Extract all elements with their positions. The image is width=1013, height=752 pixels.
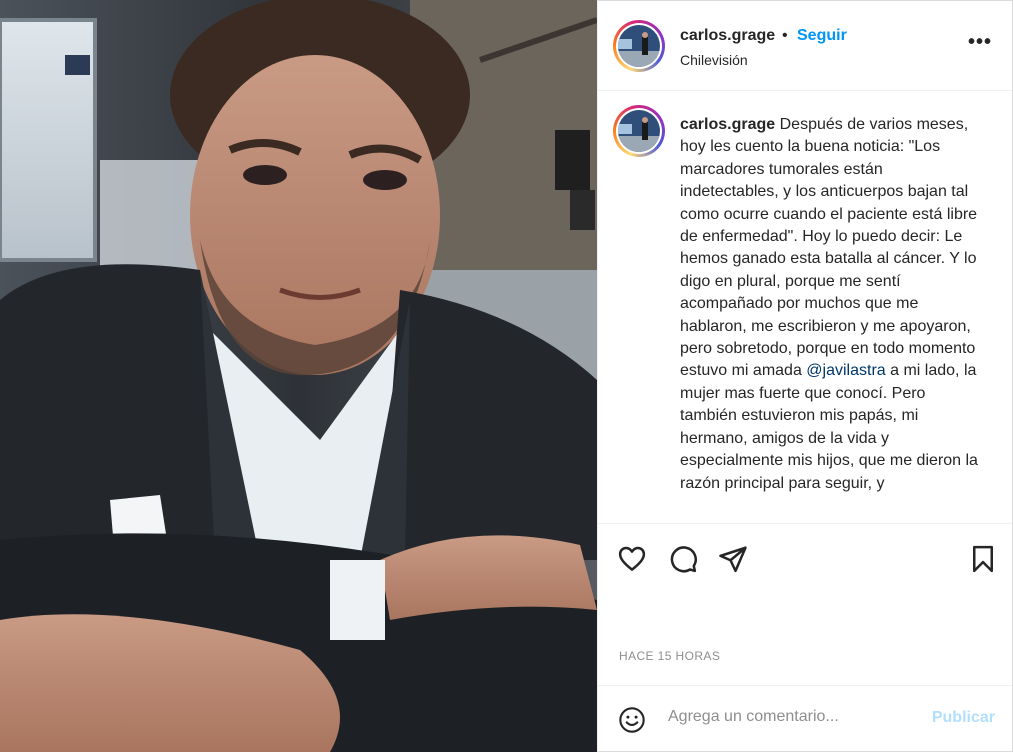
comment-bubble-icon[interactable] xyxy=(668,544,698,574)
post-timestamp[interactable]: HACE 15 HORAS xyxy=(619,649,720,663)
post-photo[interactable] xyxy=(0,0,597,752)
avatar-ring-inner xyxy=(616,108,662,154)
post-actions xyxy=(598,523,1012,595)
paper-plane-icon[interactable] xyxy=(718,544,748,574)
caption-username[interactable]: carlos.grage xyxy=(680,116,775,133)
avatar-picture xyxy=(618,25,660,67)
post-photo-illustration xyxy=(0,0,597,752)
caption-section: carlos.grage Después de varios meses, ho… xyxy=(598,92,1012,522)
heart-icon[interactable] xyxy=(617,544,647,574)
avatar-image xyxy=(618,25,660,67)
bookmark-icon[interactable] xyxy=(968,544,998,574)
add-comment-bar: Publicar xyxy=(598,685,1012,752)
caption-text: Después de varios meses, hoy les cuento … xyxy=(680,116,978,380)
more-options-icon[interactable]: ••• xyxy=(968,31,992,54)
smiley-icon[interactable] xyxy=(618,706,646,734)
author-avatar[interactable] xyxy=(613,20,665,72)
publish-button[interactable]: Publicar xyxy=(932,709,995,727)
caption-author-avatar[interactable] xyxy=(613,105,665,157)
follow-button[interactable]: Seguir xyxy=(797,27,847,45)
caption-text-continued: a mi lado, la mujer mas fuerte que conoc… xyxy=(680,362,978,492)
avatar-ring-inner xyxy=(616,23,662,69)
post-details-panel: carlos.grage • Seguir Chilevisión ••• ca… xyxy=(597,0,1013,752)
avatar-image xyxy=(618,110,660,152)
comment-input[interactable] xyxy=(668,708,908,726)
header-separator: • xyxy=(782,27,788,44)
post-caption: carlos.grage Después de varios meses, ho… xyxy=(680,114,980,495)
author-username[interactable]: carlos.grage xyxy=(680,27,775,45)
post-header: carlos.grage • Seguir Chilevisión ••• xyxy=(598,1,1012,91)
avatar-picture xyxy=(618,110,660,152)
caption-mention[interactable]: @javilastra xyxy=(806,362,885,379)
post-location[interactable]: Chilevisión xyxy=(680,52,748,68)
